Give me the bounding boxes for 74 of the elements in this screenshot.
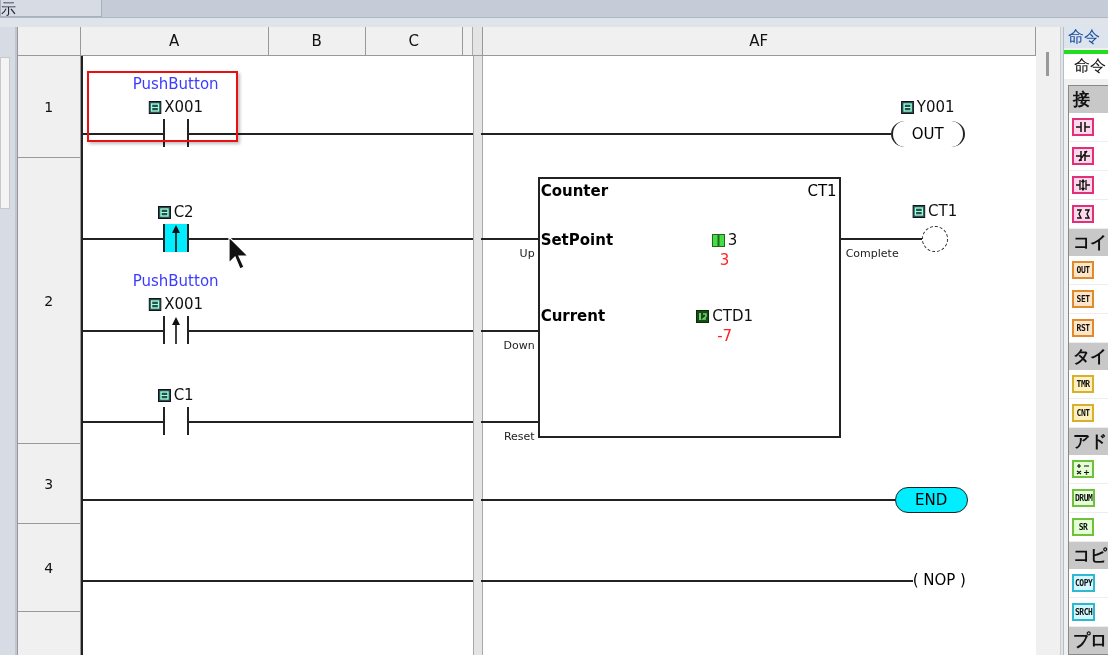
tag-label: X001 xyxy=(164,295,204,313)
tag-label: C2 xyxy=(173,203,194,221)
contact-icon[interactable] xyxy=(1072,118,1095,136)
closed-contact-icon[interactable] xyxy=(1072,147,1095,165)
parameter-tag: CTD1 xyxy=(712,307,753,325)
row-header[interactable]: 3 xyxy=(17,444,81,524)
compare-contact-icon[interactable] xyxy=(1072,205,1095,223)
instruction-icon[interactable]: SR xyxy=(1072,518,1095,536)
bit-icon xyxy=(148,297,162,311)
bit-icon xyxy=(148,100,162,114)
scrollbar[interactable] xyxy=(1035,27,1062,655)
column-header[interactable]: C xyxy=(365,27,463,55)
output-coil[interactable]: OUT xyxy=(890,121,965,147)
tag-label: CT1 xyxy=(928,202,958,220)
parameter-value: 3 xyxy=(719,251,730,271)
instruction-icon[interactable]: DRUM xyxy=(1072,489,1096,507)
bit-icon xyxy=(157,388,171,402)
instruction-icon[interactable]: TMR xyxy=(1072,375,1095,393)
register-icon xyxy=(696,309,710,323)
contact[interactable] xyxy=(162,119,189,147)
bit-icon xyxy=(912,204,926,218)
row-header[interactable]: 4 xyxy=(17,524,81,612)
input-label: Reset xyxy=(503,430,535,443)
group-header[interactable]: コピ xyxy=(1069,542,1108,569)
parameter-label: SetPoint xyxy=(539,231,615,249)
column-header[interactable]: A xyxy=(80,27,269,55)
math-icon[interactable] xyxy=(1072,460,1095,478)
group-header[interactable]: タイ xyxy=(1069,343,1108,370)
tag-label: C1 xyxy=(173,386,194,404)
edge-contact-icon[interactable] xyxy=(1072,176,1095,194)
group-header[interactable]: プロ xyxy=(1069,627,1108,654)
panel-tab[interactable]: 命令 xyxy=(1064,27,1108,49)
rising-edge-contact[interactable] xyxy=(162,224,189,252)
panel-subtab[interactable]: 命令 xyxy=(1064,53,1108,79)
up-arrow-icon xyxy=(170,316,181,344)
group-header[interactable]: 接 xyxy=(1069,86,1108,113)
column-header[interactable]: AF xyxy=(482,27,1036,55)
column-header[interactable]: B xyxy=(268,27,366,55)
instruction-icon[interactable]: SET xyxy=(1072,290,1095,308)
tag-label: X001 xyxy=(164,98,204,116)
tag-label: Y001 xyxy=(916,98,955,116)
comment-label: PushButton xyxy=(132,272,219,290)
row-header[interactable]: 1 xyxy=(17,56,81,158)
coil[interactable] xyxy=(921,226,948,252)
comment-label: PushButton xyxy=(132,75,219,93)
block-title: Counter xyxy=(539,182,610,200)
parameter-tag: 3 xyxy=(727,231,738,249)
input-label: Up xyxy=(519,247,535,260)
row-header[interactable]: 2 xyxy=(17,158,81,444)
instruction-icon[interactable]: COPY xyxy=(1072,574,1096,592)
bit-icon xyxy=(900,100,914,114)
block-name: CT1 xyxy=(807,182,838,200)
up-arrow-icon xyxy=(170,224,181,252)
group-header[interactable]: コイ xyxy=(1069,229,1108,256)
wire xyxy=(479,238,539,240)
instruction-icon[interactable]: CNT xyxy=(1072,404,1095,422)
parameter-value: -7 xyxy=(717,327,733,347)
constant-icon xyxy=(711,233,725,247)
output-label: Complete xyxy=(845,247,899,260)
rising-edge-contact[interactable] xyxy=(162,316,189,344)
bit-icon xyxy=(157,205,171,219)
window-tab[interactable]: 示 xyxy=(0,0,102,17)
end-instruction[interactable]: END xyxy=(894,487,968,513)
nop-instruction[interactable]: ( NOP ) xyxy=(912,571,966,589)
input-label: Down xyxy=(503,339,535,352)
instruction-icon[interactable]: OUT xyxy=(1072,261,1095,279)
parameter-label: Current xyxy=(539,307,607,325)
contact[interactable] xyxy=(162,407,189,435)
wire xyxy=(479,330,539,332)
wire xyxy=(479,421,539,423)
counter-block[interactable]: Counter CT1 SetPoint 3 3 Current CTD1 -7 xyxy=(537,177,841,438)
group-header[interactable]: アド xyxy=(1069,428,1108,455)
instruction-icon[interactable]: RST xyxy=(1072,319,1095,337)
instruction-icon[interactable]: SRCH xyxy=(1072,603,1096,621)
